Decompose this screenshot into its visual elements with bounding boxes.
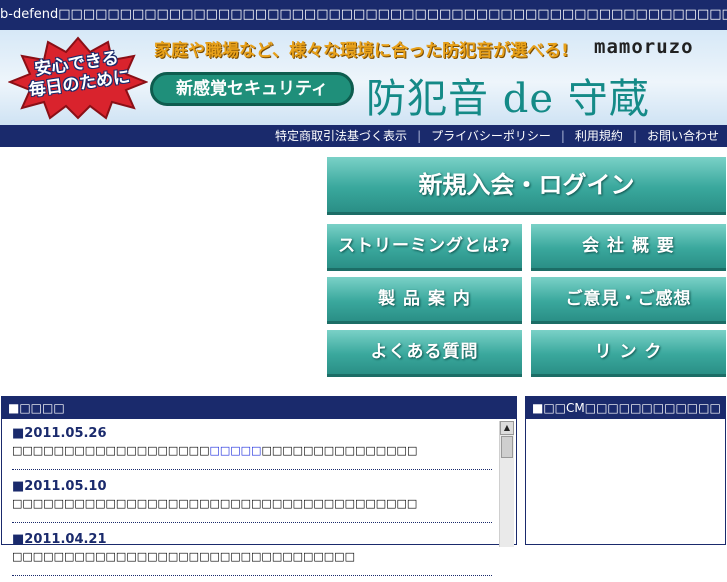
scroll-thumb[interactable] — [501, 436, 513, 458]
nav-link-commerce-law[interactable]: 特定商取引法基づく表示 — [275, 129, 407, 143]
news-item: ■2011.05.10 □□□□□□□□□□□□□□□□□□□□□□□□□□□□… — [12, 476, 492, 523]
news-date: ■2011.05.10 — [12, 479, 107, 494]
news-list: ■2011.05.26 □□□□□□□□□□□□□□□□□□□□□□□□□□□□… — [12, 423, 492, 582]
top-bar: b-defend□□□□□□□□□□□□□□□□□□□□□□□□□□□□□□□□… — [0, 0, 727, 30]
products-button[interactable]: 製 品 案 内 — [327, 277, 522, 324]
footer-nav-bar: 特定商取引法基づく表示 | プライバシーポリシー | 利用規約 | お問い合わせ — [0, 125, 727, 147]
signup-login-button[interactable]: 新規入会・ログイン — [327, 157, 726, 215]
nav-link-privacy-policy[interactable]: プライバシーポリシー — [431, 129, 551, 143]
nav-separator: | — [632, 129, 637, 143]
news-panel: ■□□□□ ■2011.05.26 □□□□□□□□□□□□□□□□□□□□□□… — [1, 396, 517, 576]
news-date: ■2011.05.26 — [12, 426, 107, 441]
streaming-button[interactable]: ストリーミングとは? — [327, 224, 522, 271]
feedback-button[interactable]: ご意見・ご感想 — [531, 277, 726, 324]
nav-link-contact[interactable]: お問い合わせ — [647, 129, 719, 143]
news-scrollbar[interactable]: ▲ — [499, 421, 514, 547]
scroll-up-icon[interactable]: ▲ — [500, 421, 514, 435]
news-item: ■2011.04.21 □□□□□□□□□□□□□□□□□□□□□□□□□□□□… — [12, 529, 492, 576]
nav-separator: | — [560, 129, 565, 143]
links-button[interactable]: リ ン ク — [531, 330, 726, 377]
news-text: □□□□□□□□□□□□□□□□□□□□□□□□□□□□□□□□□ — [12, 550, 355, 563]
cm-panel: ■□□CM□□□□□□□□□□□□ — [525, 396, 726, 545]
security-pill: 新感覚セキュリティ — [150, 72, 354, 106]
news-text: □□□□□□□□□□□□□□□□□□□□□□□□□□□□□□□□□□□□□□□ — [12, 443, 492, 459]
news-text-pre: □□□□□□□□□□□□□□□□□□□ — [12, 444, 210, 457]
news-link[interactable]: □□□□□ — [209, 444, 261, 457]
logo-latin-text: mamoruzo — [594, 36, 694, 58]
brand-logo[interactable]: 防犯音 de 守蔵 — [366, 66, 650, 124]
news-text: □□□□□□□□□□□□□□□□□□□□□□□□□□□□□□□□□□□□□□□ — [12, 497, 418, 510]
news-text-post: □□□□□□□□□□□□□□□ — [261, 444, 418, 457]
news-item: ■2011.05.26 □□□□□□□□□□□□□□□□□□□□□□□□□□□□… — [12, 423, 492, 470]
top-bar-text: b-defend□□□□□□□□□□□□□□□□□□□□□□□□□□□□□□□□… — [0, 7, 727, 22]
nav-links: 特定商取引法基づく表示 | プライバシーポリシー | 利用規約 | お問い合わせ — [275, 125, 719, 147]
nav-separator: | — [417, 129, 422, 143]
banner-tagline: 家庭や職場など、様々な環境に合った防犯音が選べる! — [154, 41, 569, 61]
nav-link-terms[interactable]: 利用規約 — [575, 129, 623, 143]
news-heading: ■□□□□ — [2, 397, 516, 419]
header-banner: 安心できる 毎日のために 家庭や職場など、様々な環境に合った防犯音が選べる! m… — [0, 30, 727, 125]
faq-button[interactable]: よくある質問 — [327, 330, 522, 377]
news-date: ■2011.04.21 — [12, 532, 107, 547]
cm-heading: ■□□CM□□□□□□□□□□□□ — [526, 397, 725, 419]
company-profile-button[interactable]: 会 社 概 要 — [531, 224, 726, 271]
